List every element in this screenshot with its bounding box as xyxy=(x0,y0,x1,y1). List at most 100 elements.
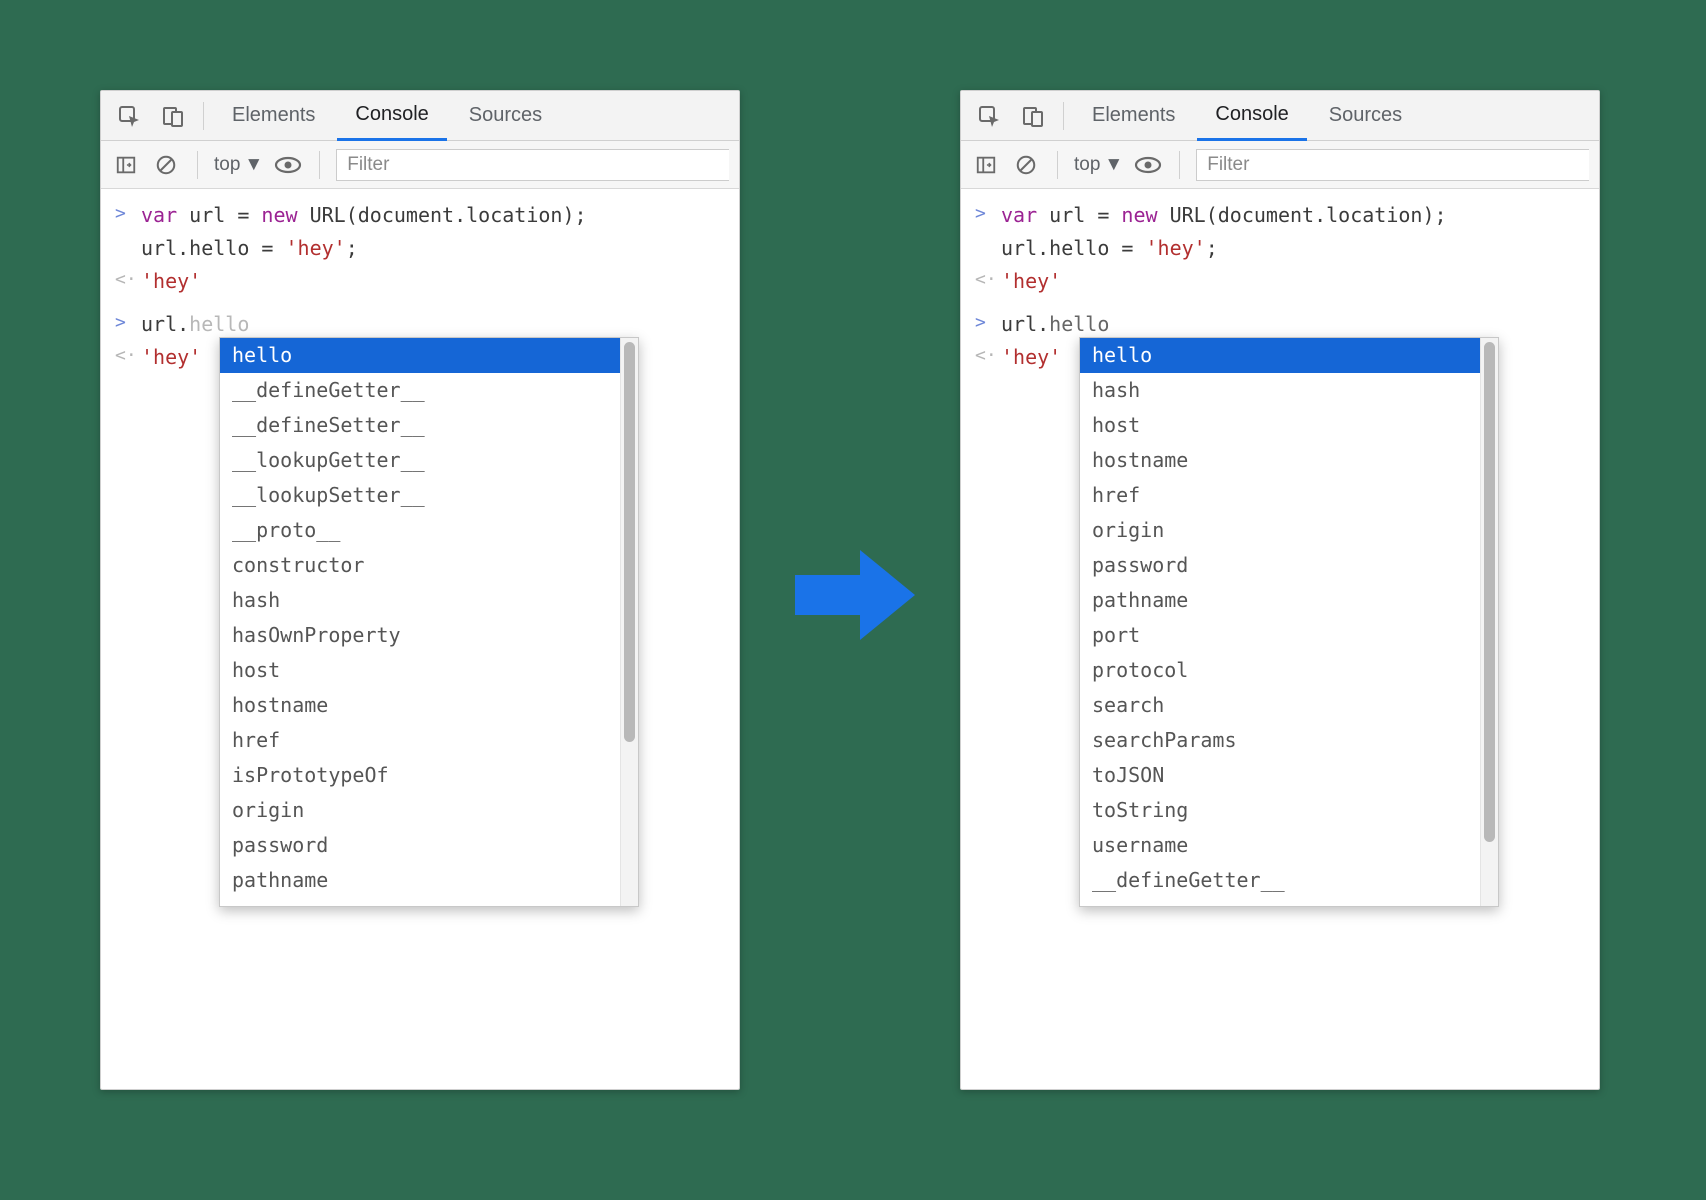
autocomplete-item[interactable]: pathname xyxy=(1080,583,1480,618)
tab-elements[interactable]: Elements xyxy=(214,91,333,140)
autocomplete-item[interactable]: origin xyxy=(220,793,620,828)
autocomplete-item[interactable]: hash xyxy=(220,583,620,618)
autocomplete-item[interactable]: toString xyxy=(1080,793,1480,828)
autocomplete-item[interactable]: hostname xyxy=(1080,443,1480,478)
autocomplete-item[interactable]: __defineGetter__ xyxy=(220,373,620,408)
autocomplete-item[interactable]: host xyxy=(1080,408,1480,443)
live-expression-icon[interactable] xyxy=(273,150,303,180)
autocomplete-list[interactable]: hello hash host hostname href origin pas… xyxy=(1080,338,1480,906)
prompt-text: url.hello xyxy=(1001,310,1109,339)
divider xyxy=(1179,151,1180,179)
code-line: var url = new URL(document.location); xyxy=(141,201,587,230)
dropdown-caret-icon: ▼ xyxy=(1104,154,1123,176)
input-chevron-icon: > xyxy=(975,310,1001,339)
filter-input[interactable]: Filter xyxy=(1196,149,1589,181)
tab-elements[interactable]: Elements xyxy=(1074,91,1193,140)
clear-console-icon[interactable] xyxy=(1011,150,1041,180)
output-value: 'hey' xyxy=(141,267,201,296)
autocomplete-item[interactable]: origin xyxy=(1080,513,1480,548)
autocomplete-item[interactable]: protocol xyxy=(1080,653,1480,688)
autocomplete-item[interactable]: searchParams xyxy=(1080,723,1480,758)
autocomplete-item[interactable]: password xyxy=(220,828,620,863)
autocomplete-item[interactable]: hello xyxy=(220,338,620,373)
autocomplete-item[interactable]: port xyxy=(220,898,620,906)
arrow-icon xyxy=(790,540,920,650)
eager-eval-value: 'hey' xyxy=(1001,343,1061,372)
filter-placeholder: Filter xyxy=(347,154,389,176)
autocomplete-popup[interactable]: hello hash host hostname href origin pas… xyxy=(1079,337,1499,907)
autocomplete-list[interactable]: hello __defineGetter__ __defineSetter__ … xyxy=(220,338,620,906)
divider xyxy=(1063,102,1064,130)
autocomplete-item[interactable]: hasOwnProperty xyxy=(220,618,620,653)
sidebar-toggle-icon[interactable] xyxy=(971,150,1001,180)
console-toolbar: top ▼ Filter xyxy=(101,141,739,189)
output-value: 'hey' xyxy=(1001,267,1061,296)
tab-bar: Elements Console Sources xyxy=(961,91,1599,141)
code-line: var url = new URL(document.location); xyxy=(1001,201,1447,230)
sidebar-toggle-icon[interactable] xyxy=(111,150,141,180)
autocomplete-popup[interactable]: hello __defineGetter__ __defineSetter__ … xyxy=(219,337,639,907)
autocomplete-item[interactable]: hello xyxy=(1080,338,1480,373)
divider xyxy=(197,151,198,179)
console-body[interactable]: > var url = new URL(document.location); … xyxy=(101,189,739,374)
console-input-row: > var url = new URL(document.location); xyxy=(961,199,1599,232)
tab-bar: Elements Console Sources xyxy=(101,91,739,141)
autocomplete-item[interactable]: constructor xyxy=(220,548,620,583)
eager-eval-value: 'hey' xyxy=(141,343,201,372)
context-label: top xyxy=(1074,154,1100,176)
autocomplete-item[interactable]: href xyxy=(220,723,620,758)
autocomplete-item[interactable]: __defineGetter__ xyxy=(1080,863,1480,898)
divider xyxy=(1057,151,1058,179)
live-expression-icon[interactable] xyxy=(1133,150,1163,180)
autocomplete-item[interactable]: isPrototypeOf xyxy=(220,758,620,793)
device-toggle-icon[interactable] xyxy=(1013,96,1053,136)
device-toggle-icon[interactable] xyxy=(153,96,193,136)
autocomplete-item[interactable]: username xyxy=(1080,828,1480,863)
autocomplete-item[interactable]: toJSON xyxy=(1080,758,1480,793)
filter-placeholder: Filter xyxy=(1207,154,1249,176)
autocomplete-item[interactable]: hash xyxy=(1080,373,1480,408)
scrollbar-thumb[interactable] xyxy=(624,342,635,742)
context-label: top xyxy=(214,154,240,176)
autocomplete-item[interactable]: __proto__ xyxy=(220,513,620,548)
tab-sources[interactable]: Sources xyxy=(451,91,560,140)
output-chevron-icon: <· xyxy=(975,343,1001,372)
filter-input[interactable]: Filter xyxy=(336,149,729,181)
devtools-panel-right: Elements Console Sources top ▼ Filter > … xyxy=(960,90,1600,1090)
dropdown-caret-icon: ▼ xyxy=(244,154,263,176)
output-chevron-icon: <· xyxy=(975,267,1001,296)
autocomplete-item[interactable]: hostname xyxy=(220,688,620,723)
scrollbar[interactable] xyxy=(620,338,638,906)
console-output-row: <· 'hey' xyxy=(101,265,739,298)
autocomplete-item[interactable]: __defineSetter__ xyxy=(1080,898,1480,906)
execution-context-selector[interactable]: top ▼ xyxy=(1074,154,1123,176)
console-output-row: <· 'hey' xyxy=(961,265,1599,298)
console-input-row: url.hello = 'hey'; xyxy=(961,232,1599,265)
autocomplete-item[interactable]: password xyxy=(1080,548,1480,583)
autocomplete-item[interactable]: href xyxy=(1080,478,1480,513)
autocomplete-item[interactable]: search xyxy=(1080,688,1480,723)
scrollbar-thumb[interactable] xyxy=(1484,342,1495,842)
tab-sources[interactable]: Sources xyxy=(1311,91,1420,140)
autocomplete-item[interactable]: __defineSetter__ xyxy=(220,408,620,443)
autocomplete-item[interactable]: host xyxy=(220,653,620,688)
divider xyxy=(203,102,204,130)
output-chevron-icon: <· xyxy=(115,267,141,296)
code-line: url.hello = 'hey'; xyxy=(1001,234,1218,263)
console-body[interactable]: > var url = new URL(document.location); … xyxy=(961,189,1599,374)
clear-console-icon[interactable] xyxy=(151,150,181,180)
code-line: url.hello = 'hey'; xyxy=(141,234,358,263)
tab-console[interactable]: Console xyxy=(1197,92,1306,141)
execution-context-selector[interactable]: top ▼ xyxy=(214,154,263,176)
output-chevron-icon: <· xyxy=(115,343,141,372)
autocomplete-item[interactable]: __lookupGetter__ xyxy=(220,443,620,478)
inspect-icon[interactable] xyxy=(969,96,1009,136)
autocomplete-item[interactable]: port xyxy=(1080,618,1480,653)
devtools-panel-left: Elements Console Sources top ▼ Filter > … xyxy=(100,90,740,1090)
console-toolbar: top ▼ Filter xyxy=(961,141,1599,189)
tab-console[interactable]: Console xyxy=(337,92,446,141)
scrollbar[interactable] xyxy=(1480,338,1498,906)
autocomplete-item[interactable]: pathname xyxy=(220,863,620,898)
inspect-icon[interactable] xyxy=(109,96,149,136)
autocomplete-item[interactable]: __lookupSetter__ xyxy=(220,478,620,513)
